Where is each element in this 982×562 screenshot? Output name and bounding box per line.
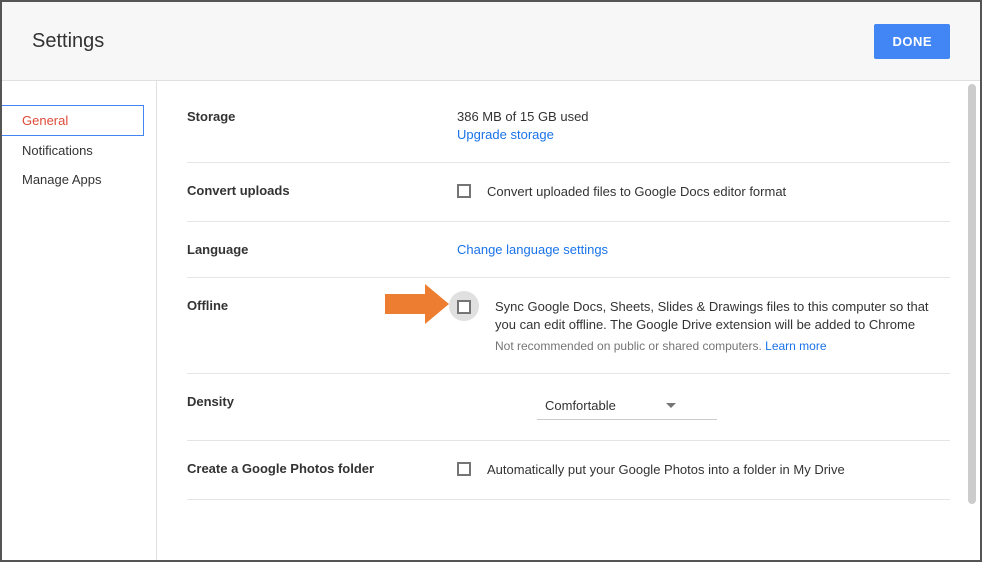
sidebar-item-manage-apps[interactable]: Manage Apps (2, 165, 156, 194)
settings-header: Settings DONE (2, 2, 980, 81)
convert-content: Convert uploaded files to Google Docs ed… (457, 183, 950, 201)
photos-content: Automatically put your Google Photos int… (457, 461, 950, 479)
photos-checkbox[interactable] (457, 462, 471, 476)
section-density: Density Comfortable (187, 374, 950, 441)
offline-label: Offline (187, 298, 457, 352)
density-select[interactable]: Comfortable (537, 394, 717, 420)
sidebar-item-notifications[interactable]: Notifications (2, 136, 156, 165)
convert-label: Convert uploads (187, 183, 457, 201)
convert-checkbox[interactable] (457, 184, 471, 198)
section-offline: Offline Sync Google Docs, Sheets, Slides… (187, 278, 950, 373)
section-convert: Convert uploads Convert uploaded files t… (187, 163, 950, 222)
done-button[interactable]: DONE (874, 24, 950, 59)
scrollbar-thumb[interactable] (968, 84, 976, 504)
main-panel: Storage 386 MB of 15 GB used Upgrade sto… (157, 81, 980, 560)
upgrade-storage-link[interactable]: Upgrade storage (457, 127, 554, 142)
section-photos: Create a Google Photos folder Automatica… (187, 441, 950, 500)
sidebar-item-general[interactable]: General (2, 105, 144, 136)
offline-content: Sync Google Docs, Sheets, Slides & Drawi… (457, 298, 950, 352)
photos-label: Create a Google Photos folder (187, 461, 457, 479)
content-area: General Notifications Manage Apps Storag… (2, 81, 980, 560)
section-language: Language Change language settings (187, 222, 950, 278)
scrollbar[interactable] (968, 84, 976, 554)
photos-checkbox-label: Automatically put your Google Photos int… (487, 461, 845, 479)
language-label: Language (187, 242, 457, 257)
section-storage: Storage 386 MB of 15 GB used Upgrade sto… (187, 81, 950, 163)
language-content: Change language settings (457, 242, 950, 257)
density-label: Density (187, 394, 457, 420)
density-value: Comfortable (545, 398, 616, 413)
chevron-down-icon (666, 403, 676, 408)
storage-usage: 386 MB of 15 GB used (457, 109, 950, 124)
offline-hint-text: Not recommended on public or shared comp… (495, 339, 765, 353)
offline-checkbox[interactable] (457, 300, 471, 314)
offline-learn-more-link[interactable]: Learn more (765, 339, 826, 353)
convert-checkbox-label: Convert uploaded files to Google Docs ed… (487, 183, 786, 201)
change-language-link[interactable]: Change language settings (457, 242, 608, 257)
storage-content: 386 MB of 15 GB used Upgrade storage (457, 109, 950, 142)
sidebar: General Notifications Manage Apps (2, 81, 157, 560)
density-content: Comfortable (457, 394, 950, 420)
offline-checkbox-highlight[interactable] (449, 291, 479, 321)
offline-hint: Not recommended on public or shared comp… (495, 339, 950, 353)
offline-checkbox-label: Sync Google Docs, Sheets, Slides & Drawi… (495, 298, 950, 334)
storage-label: Storage (187, 109, 457, 142)
page-title: Settings (32, 30, 104, 53)
